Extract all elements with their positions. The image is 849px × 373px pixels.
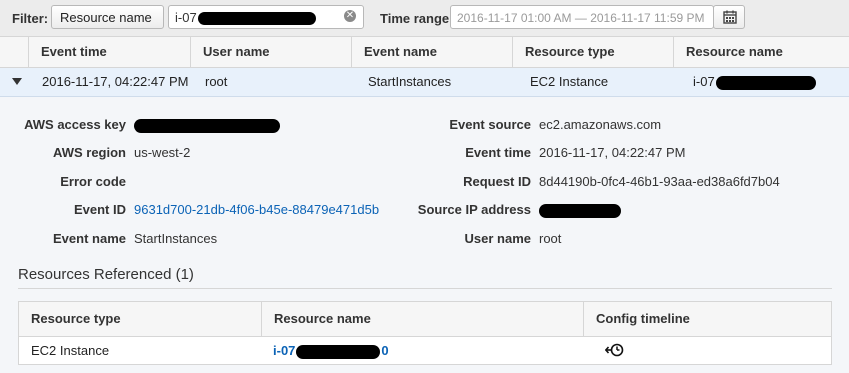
event-time-cell: 2016-11-17, 04:22:47 PM: [42, 74, 189, 89]
user-name-label: User name: [464, 231, 531, 246]
calendar-button[interactable]: [713, 5, 745, 29]
resource-name-link[interactable]: i-07 0: [273, 337, 389, 365]
filter-label: Filter:: [12, 11, 49, 26]
region-value: us-west-2: [134, 145, 191, 160]
resource-type-cell: EC2 Instance: [530, 74, 609, 89]
column-header-resource-name[interactable]: Resource name: [673, 37, 849, 67]
event-id-link[interactable]: 9631d700-21db-4f06-b45e-88479e471d5b: [134, 202, 379, 217]
resource-name-text: i-07: [693, 74, 715, 89]
config-timeline-icon[interactable]: [605, 342, 625, 358]
user-name-value: root: [539, 231, 562, 246]
clear-icon[interactable]: ✕: [344, 10, 356, 22]
request-id-label: Request ID: [463, 174, 531, 189]
column-header-event-name[interactable]: Event name: [351, 37, 512, 67]
column-header-resource-type[interactable]: Resource type: [512, 37, 673, 67]
source-ip-value: [539, 202, 621, 218]
event-id-label: Event ID: [73, 202, 126, 217]
redacted-text: [197, 12, 316, 26]
access-key-label: AWS access key: [24, 117, 126, 132]
event-name-cell: StartInstances: [368, 74, 452, 89]
column-header-event-time[interactable]: Event time: [28, 37, 190, 67]
event-time-value: 2016-11-17, 04:22:47 PM: [539, 145, 686, 160]
calendar-icon: [723, 10, 737, 24]
column-header-config-timeline: Config timeline: [583, 302, 831, 336]
column-header-resource-type: Resource type: [31, 311, 121, 326]
filter-value-input[interactable]: i-07: [168, 5, 364, 29]
filter-bar: Filter: Resource name i-07 ✕ Time range:…: [0, 0, 849, 37]
redacted-text: [539, 203, 621, 218]
source-ip-label: Source IP address: [417, 202, 531, 217]
event-source-value: ec2.amazonaws.com: [539, 117, 662, 132]
time-range-label: Time range:: [380, 11, 454, 26]
resources-referenced-title: Resources Referenced (1): [18, 266, 194, 283]
resources-table: Resource type Resource name Config timel…: [18, 301, 832, 365]
user-name-cell: root: [205, 74, 228, 89]
region-label: AWS region: [53, 145, 126, 160]
event-source-label: Event source: [449, 117, 531, 132]
column-header-user-name[interactable]: User name: [190, 37, 351, 67]
resources-table-header: Resource type Resource name Config timel…: [19, 302, 831, 337]
resource-name-cell: i-07: [693, 68, 816, 96]
filter-attribute-select[interactable]: Resource name: [51, 5, 164, 29]
error-code-label: Error code: [60, 174, 126, 189]
caret-down-icon[interactable]: [12, 78, 22, 86]
filter-value-text: i-07: [175, 10, 197, 25]
event-name-value: StartInstances: [134, 231, 218, 246]
request-id-value: 8d44190b-0fc4-46b1-93aa-ed38a6fd7b04: [539, 174, 780, 189]
column-header-resource-name: Resource name: [261, 302, 583, 336]
time-range-input[interactable]: 2016-11-17 01:00 AM — 2016-11-17 11:59 P…: [450, 5, 714, 29]
resource-type-cell: EC2 Instance: [31, 343, 110, 358]
access-key-value: [134, 117, 280, 133]
redacted-text: [296, 344, 381, 359]
redacted-text: [715, 75, 816, 90]
expand-column-header: [0, 37, 28, 67]
events-table-header: Event time User name Event name Resource…: [0, 37, 849, 68]
redacted-text: [134, 118, 280, 133]
event-time-label: Event time: [465, 145, 531, 160]
event-name-label: Event name: [53, 231, 126, 246]
divider: [18, 288, 832, 289]
event-row[interactable]: 2016-11-17, 04:22:47 PM root StartInstan…: [0, 68, 849, 97]
